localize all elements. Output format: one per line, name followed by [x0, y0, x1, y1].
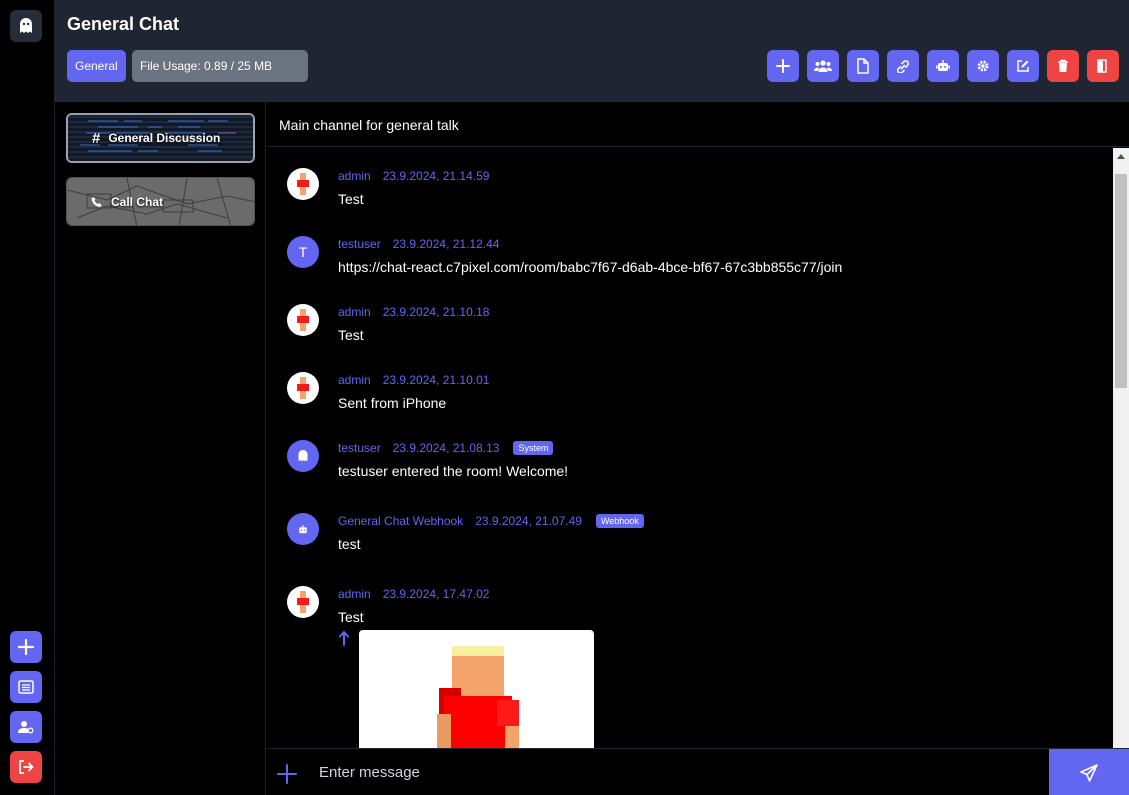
hash-icon: # — [92, 129, 101, 147]
add-button[interactable] — [767, 50, 799, 82]
message-image-attachment[interactable] — [359, 630, 594, 748]
webhook-badge: Webhook — [595, 514, 644, 528]
message-timestamp: 23.9.2024, 21.10.18 — [382, 305, 490, 319]
plus-icon — [776, 59, 790, 73]
pixel-character-avatar — [297, 591, 309, 613]
system-badge: System — [513, 441, 554, 455]
invite-link-button[interactable] — [887, 50, 919, 82]
scroll-up-arrow[interactable] — [1117, 154, 1125, 159]
bots-button[interactable] — [927, 50, 959, 82]
message-input[interactable] — [319, 749, 1039, 795]
avatar-initial: T — [298, 244, 308, 260]
message-author[interactable]: admin — [338, 169, 371, 183]
message-timestamp: 23.9.2024, 17.47.02 — [382, 587, 490, 601]
reply-arrow-icon[interactable] — [338, 630, 350, 646]
list-icon — [18, 680, 34, 694]
message-text: testuser entered the room! Welcome! — [338, 463, 569, 479]
pixel-character-image — [437, 646, 519, 748]
message-timestamp: 23.9.2024, 21.07.49 — [475, 514, 582, 528]
category-badge[interactable]: General — [67, 50, 126, 82]
message-text: test — [338, 536, 361, 552]
settings-button[interactable] — [967, 50, 999, 82]
user-settings-icon — [18, 721, 34, 734]
message-timestamp: 23.9.2024, 21.12.44 — [392, 237, 500, 251]
channel-topic: Main channel for general talk — [267, 102, 1129, 147]
file-icon — [857, 58, 869, 74]
avatar[interactable] — [287, 304, 319, 336]
ghost-logo-icon[interactable] — [10, 10, 42, 42]
chat-header: General Chat General File Usage: 0.89 / … — [55, 0, 1129, 102]
message-scrollbar[interactable] — [1113, 148, 1129, 748]
robot-icon — [299, 524, 307, 533]
message-text: Sent from iPhone — [338, 395, 447, 411]
message-timestamp: 23.9.2024, 21.14.59 — [382, 169, 490, 183]
avatar[interactable] — [287, 168, 319, 200]
message-author[interactable]: testuser — [338, 237, 381, 251]
members-button[interactable] — [807, 50, 839, 82]
avatar[interactable] — [287, 440, 319, 472]
avatar[interactable] — [287, 586, 319, 618]
avatar[interactable] — [287, 513, 319, 545]
scroll-thumb[interactable] — [1115, 174, 1127, 388]
users-icon — [814, 60, 832, 72]
message-list[interactable]: admin 23.9.2024, 21.14.59 Test T testuse… — [267, 148, 1113, 748]
edit-room-button[interactable] — [1007, 50, 1039, 82]
message-text[interactable]: https://chat-react.c7pixel.com/room/babc… — [338, 259, 842, 275]
message-author[interactable]: admin — [338, 373, 371, 387]
page-title: General Chat — [67, 14, 180, 34]
left-rail — [0, 0, 55, 795]
avatar[interactable] — [287, 372, 319, 404]
logout-button[interactable] — [10, 751, 42, 783]
chat-main: Main channel for general talk admin 23.9… — [267, 102, 1129, 795]
message-text: Test — [338, 191, 364, 207]
edit-icon — [1017, 60, 1029, 72]
pixel-character-avatar — [297, 377, 309, 399]
message-composer — [267, 748, 1129, 795]
chat-app: General Chat General File Usage: 0.89 / … — [0, 0, 1129, 795]
phone-icon — [91, 196, 102, 207]
send-button[interactable] — [1049, 749, 1129, 795]
pixel-character-avatar — [297, 173, 309, 195]
pixel-character-avatar — [297, 309, 309, 331]
channel-general-discussion[interactable]: # General Discussion — [66, 113, 255, 163]
plus-icon — [18, 639, 34, 655]
delete-room-button[interactable] — [1047, 50, 1079, 82]
avatar[interactable]: T — [287, 236, 319, 268]
user-settings-button[interactable] — [10, 711, 42, 743]
ghost-icon — [298, 450, 308, 462]
trash-icon — [1058, 59, 1068, 72]
message-author[interactable]: admin — [338, 305, 371, 319]
files-button[interactable] — [847, 50, 879, 82]
room-list-button[interactable] — [10, 671, 42, 703]
message-text: Test — [338, 327, 364, 343]
file-usage-indicator: File Usage: 0.89 / 25 MB — [132, 50, 308, 82]
attach-plus-icon[interactable] — [277, 764, 297, 784]
channel-sidebar: # General Discussion Call Chat — [55, 102, 266, 795]
channel-label: General Discussion — [108, 131, 221, 145]
channel-label: Call Chat — [111, 194, 164, 209]
message-author[interactable]: General Chat Webhook — [338, 514, 463, 528]
gear-icon — [977, 60, 989, 72]
message-author[interactable]: admin — [338, 587, 371, 601]
robot-icon — [936, 60, 950, 71]
message-text: Test — [338, 609, 364, 625]
channel-call-chat[interactable]: Call Chat — [66, 177, 255, 226]
message-author[interactable]: testuser — [338, 441, 381, 455]
door-exit-icon — [1097, 59, 1107, 73]
logout-icon — [19, 760, 34, 774]
message-timestamp: 23.9.2024, 21.08.13 — [392, 441, 500, 455]
add-room-button[interactable] — [10, 631, 42, 663]
send-icon — [1080, 763, 1098, 782]
message-timestamp: 23.9.2024, 21.10.01 — [382, 373, 490, 387]
leave-room-button[interactable] — [1087, 50, 1119, 82]
link-icon — [896, 60, 910, 73]
